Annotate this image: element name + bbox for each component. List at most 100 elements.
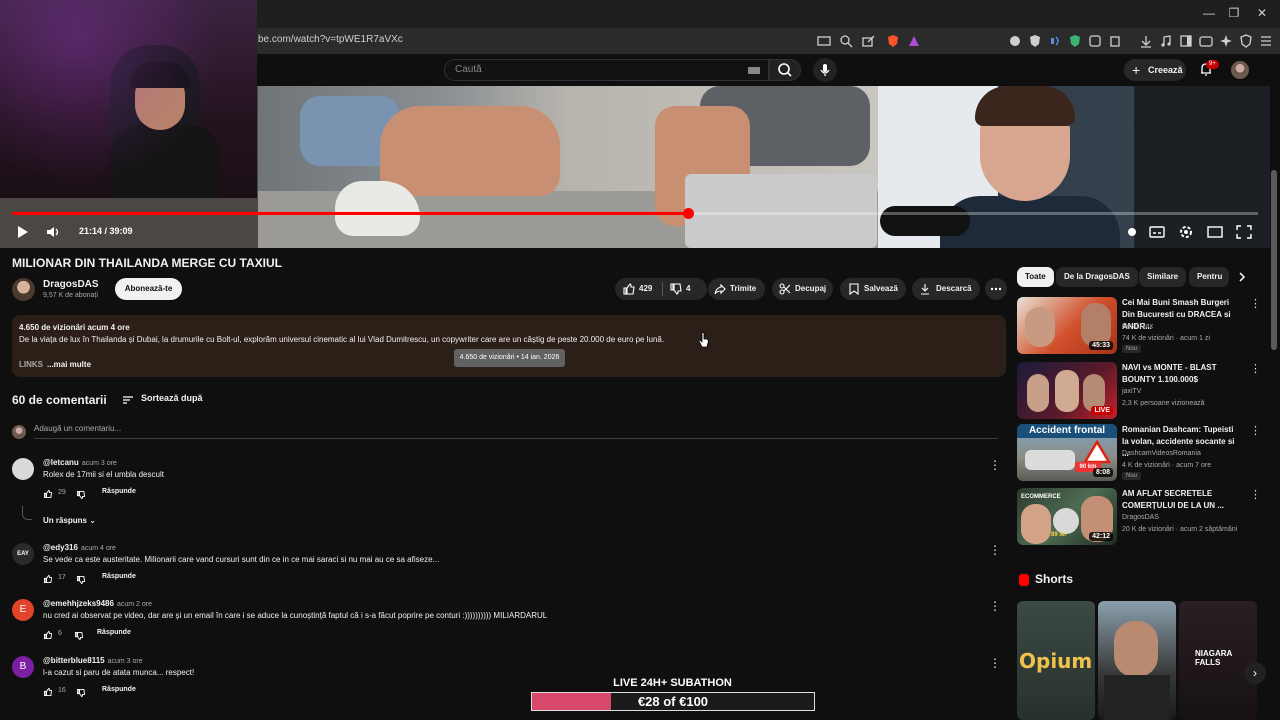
comment-time[interactable]: acum 2 ore: [117, 601, 152, 608]
shield-icon[interactable]: [1027, 33, 1043, 49]
vpn-shield-icon[interactable]: [1067, 33, 1083, 49]
show-more-link[interactable]: ...mai multe: [47, 360, 91, 369]
recommendation-channel[interactable]: Costi Max: [1122, 323, 1153, 330]
page-scrollbar-thumb[interactable]: [1271, 170, 1277, 350]
zoom-icon[interactable]: [838, 33, 854, 49]
voice-search-button[interactable]: [813, 58, 837, 82]
comment-author[interactable]: @letcanu acum 3 ore: [43, 458, 117, 467]
channel-name[interactable]: DragosDAS: [43, 279, 99, 290]
thumbs-down-icon[interactable]: [669, 282, 683, 296]
comment-dislike-icon[interactable]: [76, 490, 86, 500]
comment-avatar[interactable]: E: [12, 599, 34, 621]
chip-from-channel[interactable]: De la DragosDAS: [1056, 267, 1138, 287]
volume-icon[interactable]: [44, 223, 64, 241]
reply-button[interactable]: Răspunde: [102, 488, 136, 495]
clip-button[interactable]: Decupaj: [772, 278, 833, 300]
recommendation-thumbnail[interactable]: 45:33: [1017, 297, 1117, 354]
extensions-icon[interactable]: [1087, 33, 1103, 49]
comment-author[interactable]: @emehhjzeks9486 acum 2 ore: [43, 599, 152, 608]
recommendation-title[interactable]: AM AFLAT SECRETELE COMERȚULUI DE LA UN .…: [1122, 488, 1240, 512]
recommendation-channel[interactable]: jaxiTV: [1122, 388, 1141, 395]
share-button[interactable]: Trimite: [708, 278, 765, 300]
comment-avatar[interactable]: B: [12, 656, 34, 678]
comment-like-icon[interactable]: [43, 489, 53, 499]
recommendation-thumbnail[interactable]: Accident frontal 90 km 8:08: [1017, 424, 1117, 481]
recommendation-menu-icon[interactable]: ⋮: [1250, 297, 1261, 310]
comment-time[interactable]: acum 3 ore: [108, 658, 143, 665]
short-thumbnail[interactable]: [1098, 601, 1176, 720]
description-box[interactable]: 4.650 de vizionări acum 4 ore De la viaț…: [12, 315, 1006, 377]
comment-username[interactable]: @bitterblue8115: [43, 656, 105, 665]
recommendation-channel[interactable]: DashcamVideosRomania: [1122, 450, 1201, 457]
autoplay-toggle-icon[interactable]: [1122, 223, 1142, 241]
show-replies-button[interactable]: Un răspuns ⌄: [43, 516, 96, 525]
copy-icon[interactable]: [1107, 33, 1123, 49]
comment-dislike-icon[interactable]: [76, 575, 86, 585]
comment-time[interactable]: acum 4 ore: [81, 545, 116, 552]
comment-author[interactable]: @bitterblue8115 acum 3 ore: [43, 656, 143, 665]
recommendation-title[interactable]: NAVI vs MONTE - BLAST BOUNTY 1.100.000$: [1122, 362, 1240, 386]
chevron-right-icon[interactable]: [1236, 271, 1248, 283]
comment-avatar[interactable]: EAY: [12, 543, 34, 565]
comment-menu-icon[interactable]: ⋮: [989, 656, 1001, 670]
comment-username[interactable]: @emehhjzeks9486: [43, 599, 114, 608]
download-icon[interactable]: [1138, 33, 1154, 49]
reply-button[interactable]: Răspunde: [102, 686, 136, 693]
recommendation-menu-icon[interactable]: ⋮: [1250, 424, 1261, 437]
recommendation-thumbnail[interactable]: LIVE: [1017, 362, 1117, 419]
subscribe-button[interactable]: Abonează-te: [115, 278, 182, 300]
comment-like-icon[interactable]: [43, 574, 53, 584]
shorts-next-button[interactable]: ›: [1244, 662, 1266, 684]
comment-menu-icon[interactable]: ⋮: [989, 458, 1001, 472]
comment-menu-icon[interactable]: ⋮: [989, 599, 1001, 613]
wallet-icon[interactable]: [1198, 33, 1214, 49]
search-input[interactable]: Caută: [444, 59, 769, 81]
minimize-button[interactable]: —: [1197, 4, 1221, 22]
recommendation-item[interactable]: LIVE NAVI vs MONTE - BLAST BOUNTY 1.100.…: [1017, 362, 1261, 420]
thumbs-up-icon[interactable]: [622, 282, 636, 296]
music-icon[interactable]: [1158, 33, 1174, 49]
sort-icon[interactable]: [122, 395, 134, 405]
comment-like-icon[interactable]: [43, 630, 53, 640]
chip-all[interactable]: Toate: [1017, 267, 1054, 287]
comment-menu-icon[interactable]: ⋮: [989, 543, 1001, 557]
brave-rewards-icon[interactable]: [906, 33, 922, 49]
comment-dislike-icon[interactable]: [74, 631, 84, 641]
short-thumbnail[interactable]: NIAGARA FALLS: [1179, 601, 1257, 720]
settings-icon[interactable]: [1176, 223, 1196, 241]
like-count[interactable]: 429: [639, 278, 652, 300]
short-thumbnail[interactable]: Opium: [1017, 601, 1095, 720]
chip-related[interactable]: Similare: [1139, 267, 1187, 287]
comment-like-icon[interactable]: [43, 687, 53, 697]
more-actions-button[interactable]: [985, 278, 1007, 300]
create-button[interactable]: + Creează: [1124, 59, 1186, 81]
chip-for-you[interactable]: Pentru: [1189, 267, 1229, 287]
share-page-icon[interactable]: [860, 33, 876, 49]
comment-dislike-icon[interactable]: [76, 688, 86, 698]
recommendation-menu-icon[interactable]: ⋮: [1250, 362, 1261, 375]
comment-username[interactable]: @letcanu: [43, 458, 79, 467]
comment-avatar[interactable]: [12, 458, 34, 480]
save-button[interactable]: Salvează: [840, 278, 906, 300]
video-scrubber-handle[interactable]: [682, 208, 694, 219]
brave-shield-icon[interactable]: [885, 33, 901, 49]
recommendation-thumbnail[interactable]: ECOMMERCE 89 lei 42:12: [1017, 488, 1117, 545]
comment-time[interactable]: acum 3 ore: [82, 460, 117, 467]
comment-username[interactable]: @edy316: [43, 543, 78, 552]
subtitles-icon[interactable]: [1147, 223, 1167, 241]
maximize-button[interactable]: ❐: [1222, 4, 1246, 22]
add-comment-input[interactable]: Adaugă un comentariu...: [34, 424, 121, 433]
comment-author[interactable]: @edy316 acum 4 ore: [43, 543, 116, 552]
close-window-button[interactable]: ✕: [1250, 4, 1274, 22]
channel-avatar[interactable]: [12, 278, 35, 301]
cast-icon[interactable]: [816, 33, 832, 49]
account-avatar[interactable]: [1231, 61, 1249, 79]
recommendation-item[interactable]: ECOMMERCE 89 lei 42:12 AM AFLAT SECRETEL…: [1017, 488, 1261, 546]
reply-button[interactable]: Răspunde: [102, 573, 136, 580]
audio-icon[interactable]: [1047, 33, 1063, 49]
sort-button[interactable]: Sortează după: [141, 393, 203, 403]
recommendation-item[interactable]: Accident frontal 90 km 8:08 Romanian Das…: [1017, 424, 1261, 482]
search-button[interactable]: [769, 59, 801, 81]
sidebar-toggle-icon[interactable]: [1178, 33, 1194, 49]
recommendation-item[interactable]: 45:33 Cei Mai Buni Smash Burgeri Din Buc…: [1017, 297, 1261, 355]
